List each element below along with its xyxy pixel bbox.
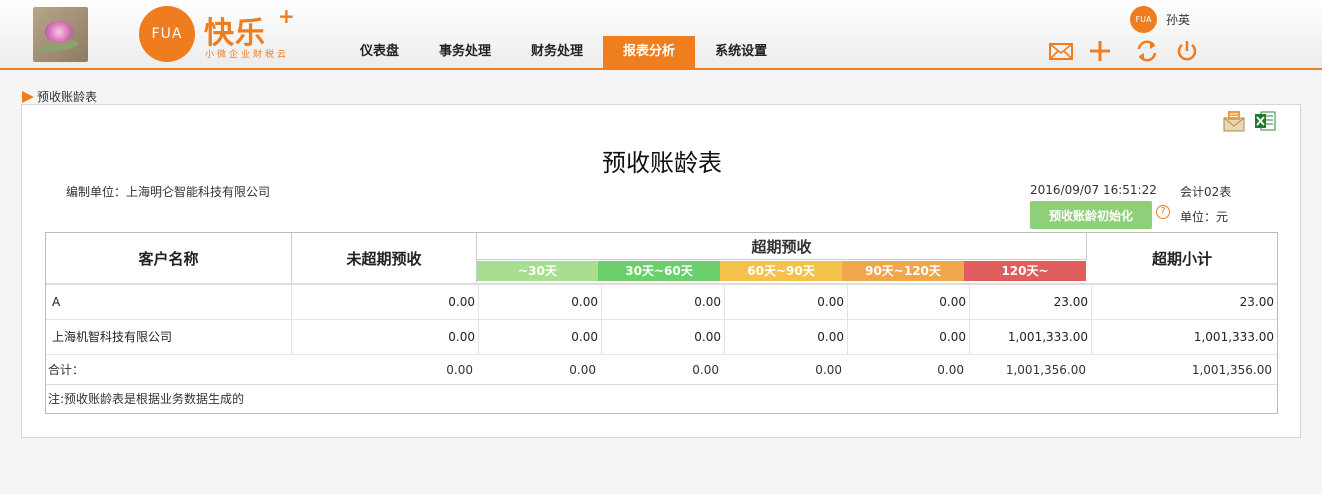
col-customer[interactable]: 客户名称 xyxy=(46,233,292,283)
cell-customer: 上海机智科技有限公司 xyxy=(46,320,292,355)
logo-circle: FUA xyxy=(139,6,195,62)
photo-flower xyxy=(45,21,73,43)
init-aging-button[interactable]: 预收账龄初始化 xyxy=(1030,201,1152,229)
help-icon[interactable]: ? xyxy=(1156,205,1170,219)
profile-photo[interactable] xyxy=(33,7,88,62)
logo-subtitle: 小微企业财税云 xyxy=(205,50,290,60)
nav-dashboard[interactable]: 仪表盘 xyxy=(340,36,419,68)
bucket-120-plus[interactable]: 120天~ xyxy=(964,261,1086,281)
cell-not-overdue: 0.00 xyxy=(292,285,479,320)
cell-bucket-60-90: 0.00 xyxy=(725,320,848,355)
logo-plus: + xyxy=(278,4,295,28)
top-header: FUA 快乐 + 小微企业财税云 仪表盘 事务处理 财务处理 报表分析 系统设置… xyxy=(0,0,1322,70)
currency-unit: 单位：元 xyxy=(1180,210,1229,224)
nav-reports[interactable]: 报表分析 xyxy=(603,36,696,68)
email-export-icon[interactable] xyxy=(1222,109,1246,133)
total-not-overdue: 0.00 xyxy=(446,363,473,377)
bucket-0-30[interactable]: ~30天 xyxy=(477,261,598,281)
user-name[interactable]: 孙英 xyxy=(1166,11,1190,28)
total-label: 合计： xyxy=(48,363,85,377)
total-bucket-30-60: 0.00 xyxy=(692,363,719,377)
cell-bucket-90-120: 0.00 xyxy=(848,285,970,320)
cell-bucket-0-30: 0.00 xyxy=(479,320,602,355)
cell-not-overdue: 0.00 xyxy=(292,320,479,355)
refresh-icon[interactable] xyxy=(1134,38,1160,64)
nav-finance[interactable]: 财务处理 xyxy=(511,36,603,68)
table-header: 客户名称 未超期预收 超期预收 ~30天 30天~60天 60天~90天 90天… xyxy=(46,233,1277,285)
excel-export-icon[interactable] xyxy=(1253,109,1277,133)
col-not-overdue[interactable]: 未超期预收 xyxy=(292,233,477,283)
company-name: 编制单位：上海明仑智能科技有限公司 xyxy=(66,185,271,199)
cell-bucket-120-plus: 23.00 xyxy=(970,285,1092,320)
cell-bucket-60-90: 0.00 xyxy=(725,285,848,320)
plus-icon[interactable] xyxy=(1087,38,1113,64)
breadcrumb-label[interactable]: 预收账龄表 xyxy=(37,88,97,105)
bucket-60-90[interactable]: 60天~90天 xyxy=(720,261,842,281)
col-subtotal[interactable]: 超期小计 xyxy=(1087,233,1277,283)
total-bucket-60-90: 0.00 xyxy=(815,363,842,377)
table-row[interactable]: A 0.00 0.00 0.00 0.00 0.00 23.00 23.00 xyxy=(46,285,1277,320)
bucket-30-60[interactable]: 30天~60天 xyxy=(598,261,720,281)
cell-subtotal: 1,001,333.00 xyxy=(1193,330,1274,344)
cell-bucket-90-120: 0.00 xyxy=(848,320,970,355)
bucket-90-120[interactable]: 90天~120天 xyxy=(842,261,964,281)
breadcrumb: 预收账龄表 xyxy=(22,88,97,105)
nav-transactions[interactable]: 事务处理 xyxy=(419,36,511,68)
table-code: 会计02表 xyxy=(1180,185,1232,199)
breadcrumb-arrow-icon xyxy=(22,90,34,103)
total-row: 合计： 0.00 0.00 0.00 0.00 0.00 1,001,356.0… xyxy=(46,355,1277,385)
total-subtotal: 1,001,356.00 xyxy=(1191,363,1272,377)
cell-subtotal: 23.00 xyxy=(1239,295,1274,309)
power-icon[interactable] xyxy=(1174,38,1200,64)
total-bucket-120-plus: 1,001,356.00 xyxy=(1005,363,1086,377)
logo-text: 快乐 xyxy=(204,16,266,51)
report-datetime: 2016/09/07 16:51:22 xyxy=(1030,183,1157,197)
main-nav: 仪表盘 事务处理 财务处理 报表分析 系统设置 xyxy=(340,36,787,68)
cell-bucket-120-plus: 1,001,333.00 xyxy=(970,320,1092,355)
table-note: 注:预收账龄表是根据业务数据生成的 xyxy=(48,392,245,406)
total-bucket-0-30: 0.00 xyxy=(569,363,596,377)
report-panel: 预收账龄表 编制单位：上海明仑智能科技有限公司 2016/09/07 16:51… xyxy=(21,104,1301,438)
cell-bucket-30-60: 0.00 xyxy=(602,320,725,355)
aging-table: 客户名称 未超期预收 超期预收 ~30天 30天~60天 60天~90天 90天… xyxy=(45,232,1278,414)
cell-bucket-0-30: 0.00 xyxy=(479,285,602,320)
cell-customer: A xyxy=(46,285,292,320)
mail-icon[interactable] xyxy=(1048,38,1074,64)
report-title: 预收账龄表 xyxy=(602,149,722,177)
user-avatar[interactable]: FUA xyxy=(1130,6,1157,33)
nav-settings[interactable]: 系统设置 xyxy=(695,36,787,68)
total-bucket-90-120: 0.00 xyxy=(937,363,964,377)
table-row[interactable]: 上海机智科技有限公司 0.00 0.00 0.00 0.00 0.00 1,00… xyxy=(46,320,1277,355)
col-overdue: 超期预收 xyxy=(477,233,1087,260)
cell-bucket-30-60: 0.00 xyxy=(602,285,725,320)
